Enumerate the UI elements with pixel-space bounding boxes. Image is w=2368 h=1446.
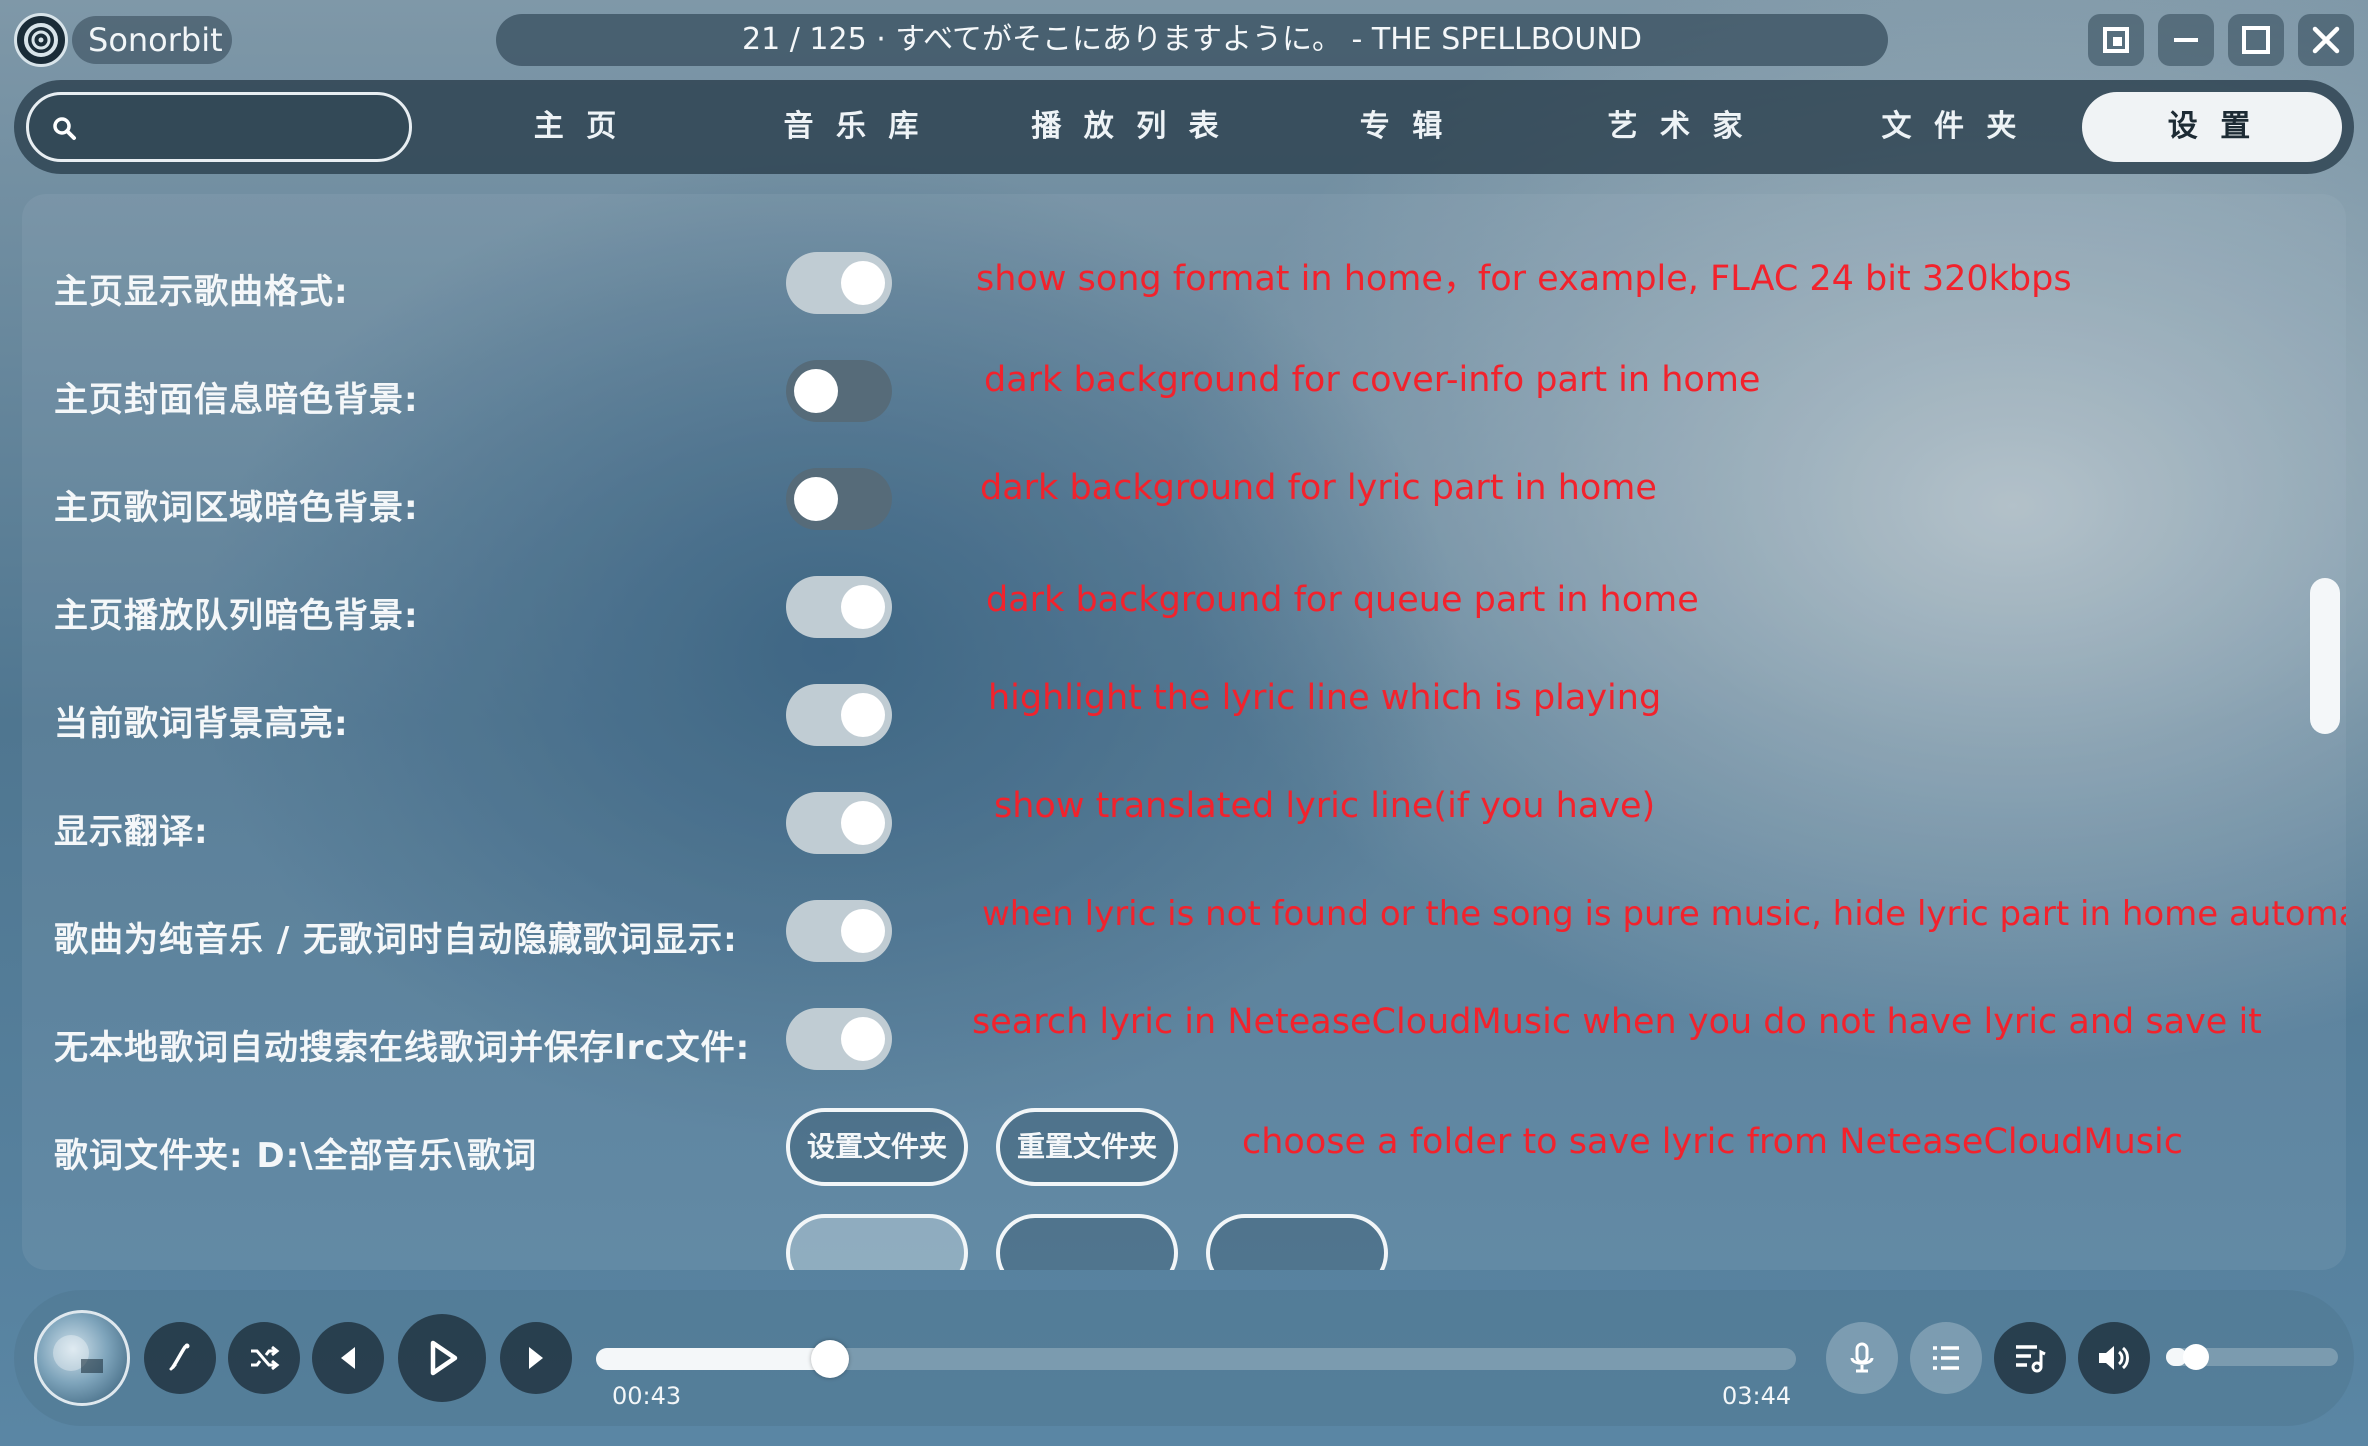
tab-artists[interactable]: 艺 术 家: [1548, 92, 1808, 162]
setting-label: 主页显示歌曲格式:: [54, 272, 349, 312]
annotation-text: show song format in home，for example, FL…: [976, 259, 2072, 299]
search-input[interactable]: [89, 103, 389, 151]
annotation-text: highlight the lyric line which is playin…: [988, 678, 1662, 718]
option-button[interactable]: [1206, 1214, 1388, 1270]
maximize-icon[interactable]: [2228, 14, 2284, 66]
toggle-lyric-highlight[interactable]: [786, 684, 892, 746]
setting-row-show-translation: 显示翻译: show translated lyric line(if you …: [22, 786, 2346, 866]
lyric-edit-icon[interactable]: [144, 1322, 216, 1394]
player-bar: 00:43 03:44: [14, 1290, 2354, 1426]
setting-row-queue-dark-bg: 主页播放队列暗色背景: dark background for queue pa…: [22, 570, 2346, 650]
option-button[interactable]: [786, 1214, 968, 1270]
annotation-text: choose a folder to save lyric from Netea…: [1242, 1122, 2184, 1162]
elapsed-time: 00:43: [612, 1382, 682, 1410]
nav-bar: 主 页 音 乐 库 播 放 列 表 专 辑 艺 术 家 文 件 夹 设 置: [14, 80, 2354, 174]
tab-home[interactable]: 主 页: [448, 92, 708, 162]
tab-albums[interactable]: 专 辑: [1274, 92, 1534, 162]
progress-bar[interactable]: [596, 1340, 1796, 1378]
scrollbar-thumb[interactable]: [2310, 578, 2340, 734]
setting-row-lyric-dark-bg: 主页歌词区域暗色背景: dark background for lyric pa…: [22, 462, 2346, 542]
setting-label: 主页播放队列暗色背景:: [54, 596, 419, 636]
setting-row-auto-hide-lyric: 歌曲为纯音乐 / 无歌词时自动隐藏歌词显示: when lyric is not…: [22, 894, 2346, 974]
toggle-knob: [841, 693, 885, 737]
toggle-knob: [794, 369, 838, 413]
toggle-knob: [841, 585, 885, 629]
app-logo-icon: [14, 13, 68, 67]
setting-row-song-format: 主页显示歌曲格式: show song format in home，for e…: [22, 246, 2346, 326]
annotation-text: show translated lyric line(if you have): [994, 786, 1656, 826]
volume-slider[interactable]: [2166, 1344, 2338, 1370]
app-name: Sonorbit: [72, 16, 232, 64]
now-playing-title: 21 / 125 · すべてがそこにありますように。 - THE SPELLBO…: [496, 14, 1888, 66]
reset-folder-button[interactable]: 重置文件夹: [996, 1108, 1178, 1186]
setting-row-cover-dark-bg: 主页封面信息暗色背景: dark background for cover-in…: [22, 354, 2346, 434]
progress-handle[interactable]: [811, 1340, 849, 1378]
album-cover[interactable]: [34, 1310, 130, 1406]
annotation-text: search lyric in NeteaseCloudMusic when y…: [972, 1002, 2262, 1042]
toggle-cover-dark-bg[interactable]: [786, 360, 892, 422]
setting-label: 歌曲为纯音乐 / 无歌词时自动隐藏歌词显示:: [54, 920, 738, 960]
set-folder-button[interactable]: 设置文件夹: [786, 1108, 968, 1186]
restore-icon[interactable]: [2088, 14, 2144, 66]
annotation-text: dark background for queue part in home: [986, 580, 1699, 620]
total-time: 03:44: [1722, 1382, 1792, 1410]
toggle-song-format[interactable]: [786, 252, 892, 314]
setting-row-lyric-highlight: 当前歌词背景高亮: highlight the lyric line which…: [22, 678, 2346, 758]
previous-icon[interactable]: [312, 1322, 384, 1394]
tab-playlists[interactable]: 播 放 列 表: [998, 92, 1258, 162]
toggle-lyric-dark-bg[interactable]: [786, 468, 892, 530]
shuffle-icon[interactable]: [228, 1322, 300, 1394]
minimize-icon[interactable]: [2158, 14, 2214, 66]
annotation-text: dark background for cover-info part in h…: [984, 360, 1761, 400]
tab-folders[interactable]: 文 件 夹: [1822, 92, 2082, 162]
toggle-knob: [841, 801, 885, 845]
list-icon[interactable]: [1910, 1322, 1982, 1394]
toggle-knob: [794, 477, 838, 521]
lyric-folder-label: 歌词文件夹: D:\全部音乐\歌词: [54, 1136, 538, 1176]
toggle-knob: [841, 1017, 885, 1061]
toggle-show-translation[interactable]: [786, 792, 892, 854]
next-icon[interactable]: [500, 1322, 572, 1394]
toggle-knob: [841, 261, 885, 305]
setting-label: 无本地歌词自动搜索在线歌词并保存lrc文件:: [54, 1028, 751, 1068]
annotation-text: dark background for lyric part in home: [980, 468, 1657, 508]
search-icon: [53, 117, 76, 140]
close-icon[interactable]: [2298, 14, 2354, 66]
annotation-text: when lyric is not found or the song is p…: [982, 894, 2346, 934]
volume-handle[interactable]: [2182, 1344, 2209, 1370]
setting-label: 主页封面信息暗色背景:: [54, 380, 419, 420]
setting-label: 显示翻译:: [54, 812, 209, 852]
toggle-auto-hide-lyric[interactable]: [786, 900, 892, 962]
volume-icon[interactable]: [2078, 1322, 2150, 1394]
search-box[interactable]: [26, 92, 412, 162]
title-bar: Sonorbit 21 / 125 · すべてがそこにありますように。 - TH…: [0, 0, 2368, 78]
toggle-knob: [841, 909, 885, 953]
microphone-icon[interactable]: [1826, 1322, 1898, 1394]
option-button[interactable]: [996, 1214, 1178, 1270]
setting-row-partial: [22, 1214, 2346, 1270]
toggle-auto-search-lyric[interactable]: [786, 1008, 892, 1070]
setting-label: 当前歌词背景高亮:: [54, 704, 349, 744]
setting-row-lyric-folder: 歌词文件夹: D:\全部音乐\歌词 设置文件夹 重置文件夹 choose a f…: [22, 1108, 2346, 1194]
settings-panel: 主页显示歌曲格式: show song format in home，for e…: [22, 194, 2346, 1270]
play-icon[interactable]: [398, 1314, 486, 1402]
setting-label: 主页歌词区域暗色背景:: [54, 488, 419, 528]
toggle-queue-dark-bg[interactable]: [786, 576, 892, 638]
tab-settings[interactable]: 设 置: [2082, 92, 2342, 162]
queue-icon[interactable]: [1994, 1322, 2066, 1394]
setting-row-auto-search-lyric: 无本地歌词自动搜索在线歌词并保存lrc文件: search lyric in N…: [22, 1002, 2346, 1082]
progress-fill: [596, 1348, 830, 1370]
tab-library[interactable]: 音 乐 库: [724, 92, 984, 162]
